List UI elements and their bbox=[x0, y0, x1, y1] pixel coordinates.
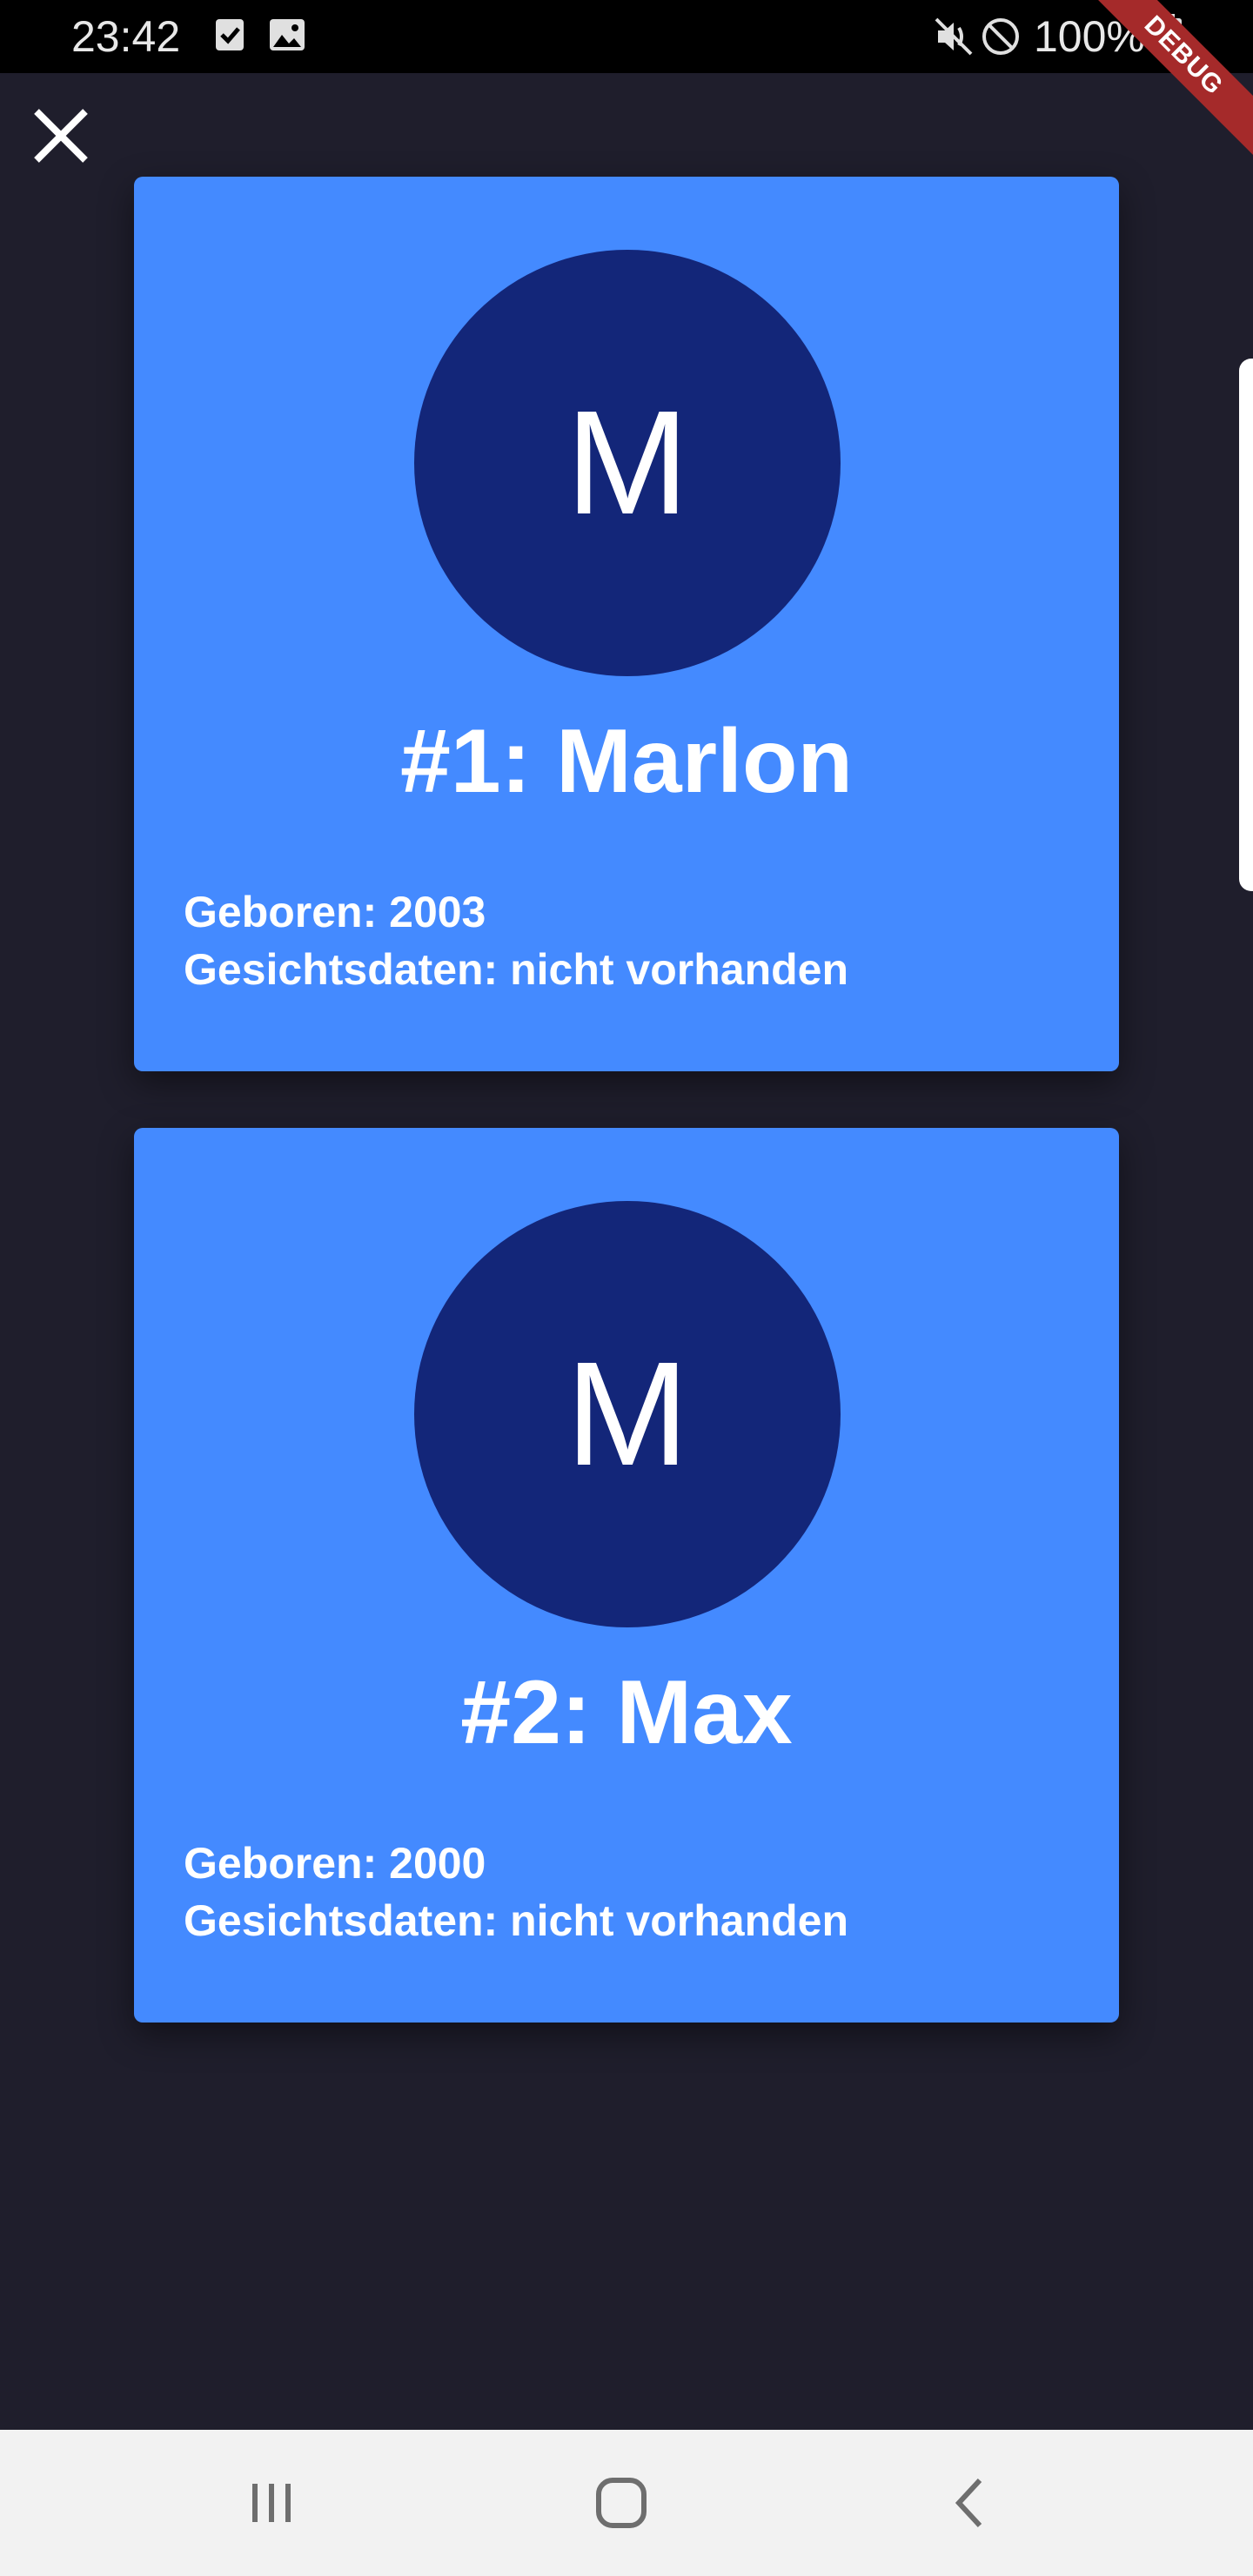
back-button[interactable] bbox=[928, 2459, 1015, 2546]
status-time: 23:42 bbox=[71, 12, 181, 61]
status-bar: 23:42 100% bbox=[0, 0, 1253, 73]
close-icon bbox=[26, 109, 96, 174]
navigation-bar bbox=[0, 2430, 1253, 2576]
face-data-status: Gesichtsdaten: nicht vorhanden bbox=[184, 945, 849, 994]
person-title: #1: Marlon bbox=[399, 711, 854, 812]
birth-year: Geboren: 2000 bbox=[184, 1839, 486, 1888]
recent-apps-button[interactable] bbox=[228, 2459, 315, 2546]
birth-year: Geboren: 2003 bbox=[184, 888, 486, 936]
do-not-disturb-icon bbox=[980, 16, 1022, 62]
close-button[interactable] bbox=[26, 101, 96, 171]
image-notification-icon bbox=[268, 17, 306, 57]
person-title: #2: Max bbox=[460, 1662, 793, 1763]
home-icon bbox=[578, 2478, 665, 2550]
person-card[interactable]: M #1: Marlon Geboren: 2003 Gesichtsdaten… bbox=[134, 177, 1119, 1071]
person-card[interactable]: M #2: Max Geboren: 2000 Gesichtsdaten: n… bbox=[134, 1128, 1119, 2023]
recent-apps-icon bbox=[228, 2484, 315, 2550]
checkbox-notification-icon bbox=[214, 17, 245, 57]
back-icon bbox=[928, 2478, 1015, 2550]
avatar: M bbox=[414, 250, 841, 676]
face-data-status: Gesichtsdaten: nicht vorhanden bbox=[184, 1896, 849, 1945]
avatar: M bbox=[414, 1201, 841, 1627]
mute-icon bbox=[933, 16, 975, 62]
edge-panel-handle[interactable] bbox=[1239, 359, 1253, 891]
home-button[interactable] bbox=[578, 2459, 665, 2546]
